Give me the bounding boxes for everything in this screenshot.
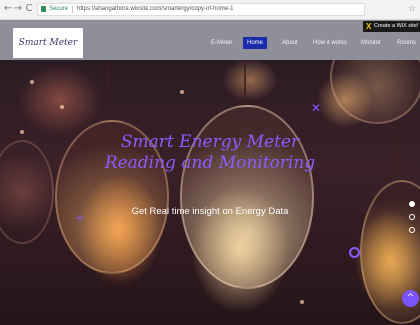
scroll-to-top-button[interactable]: ^ xyxy=(402,290,419,307)
wix-banner[interactable]: X Create a WiX site! xyxy=(363,21,420,32)
slide-dot[interactable] xyxy=(409,201,415,207)
logo[interactable]: Smart Meter xyxy=(13,28,83,58)
forward-icon[interactable]: → xyxy=(13,3,23,15)
bokeh-light xyxy=(20,130,24,134)
nav-item-rooms[interactable]: Rooms xyxy=(397,37,416,49)
back-icon[interactable]: ← xyxy=(3,3,13,15)
wix-x-mark: X xyxy=(366,22,372,31)
address-bar[interactable]: Secure https://ahangathora.wixsite.com/s… xyxy=(37,3,365,16)
slide-indicator xyxy=(409,201,415,240)
slide-dot[interactable] xyxy=(409,227,415,233)
plus-decoration-icon: + xyxy=(75,211,86,225)
nav-item-monitor[interactable]: Monitor xyxy=(361,37,381,49)
logo-text: Smart Meter xyxy=(18,38,78,48)
wix-banner-text: Create a WiX site! xyxy=(374,23,419,29)
reload-icon[interactable]: C xyxy=(24,3,34,15)
bulb-wire xyxy=(398,120,400,182)
slide-dot[interactable] xyxy=(409,214,415,220)
nav-item-about[interactable]: About xyxy=(282,37,298,49)
bulb-wire xyxy=(244,60,246,108)
bulb-image xyxy=(330,60,420,124)
url-text[interactable]: https://ahangathora.wixsite.com/smarterg… xyxy=(77,4,233,15)
lock-icon xyxy=(41,6,46,12)
browser-toolbar: ← → C Secure https://ahangathora.wixsite… xyxy=(0,0,420,20)
bulb-wire xyxy=(108,60,110,125)
address-separator xyxy=(72,6,73,13)
nav-item-e-meter[interactable]: E-Meter xyxy=(211,37,232,49)
bokeh-light xyxy=(180,90,184,94)
bulb-image xyxy=(0,140,54,244)
ring-decoration-icon xyxy=(349,247,360,258)
site-header: Smart Meter E-Meter Home About How it wo… xyxy=(0,20,420,60)
bookmark-star-icon[interactable]: ☆ xyxy=(408,3,416,15)
bokeh-light xyxy=(300,300,304,304)
bokeh-light xyxy=(60,105,64,109)
hero-subtitle: Get Real time insight on Energy Data xyxy=(131,206,289,217)
nav-item-home[interactable]: Home xyxy=(243,37,268,49)
x-decoration-icon: ✕ xyxy=(311,101,322,115)
bokeh-light xyxy=(30,80,34,84)
nav-item-how-it-works[interactable]: How it works xyxy=(313,37,347,49)
hero-section: ✕ + Smart Energy Meter Reading and Monit… xyxy=(0,60,420,325)
hero-title: Smart Energy Meter Reading and Monitorin… xyxy=(104,132,316,173)
secure-label: Secure xyxy=(49,6,69,12)
